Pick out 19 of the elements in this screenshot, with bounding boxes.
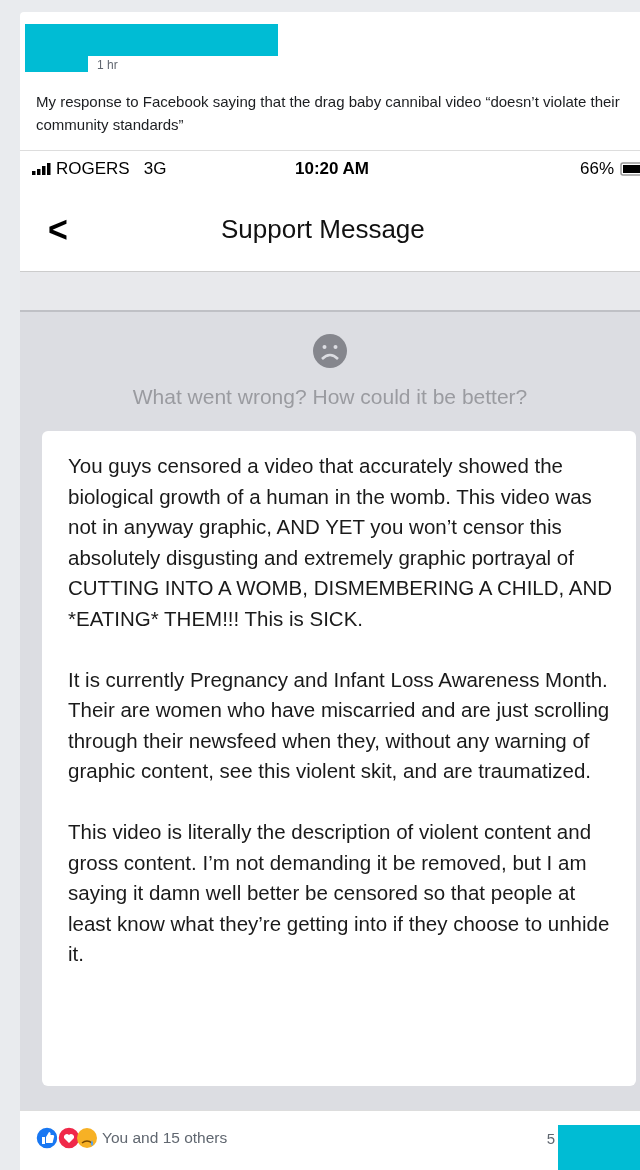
back-button[interactable]: <: [20, 207, 68, 251]
signal-icon: [32, 163, 52, 175]
sad-face-icon: [312, 333, 348, 369]
network-type: 3G: [143, 159, 167, 179]
reaction-icons[interactable]: [35, 1126, 99, 1150]
reaction-summary[interactable]: You and 15 others: [102, 1129, 228, 1147]
feedback-prompt: What went wrong? How could it be better?: [132, 385, 528, 409]
battery-icon: [620, 162, 640, 176]
feedback-paragraph: It is currently Pregnancy and Infant Loss Awareness Month. Their are women who have miscarried and are just scrolling through their newsfeed when they, without any warning of graphic content, see this violent skit, and are traumatized.: [68, 666, 611, 785]
comment-count[interactable]: 5: [546, 1129, 555, 1147]
feedback-paragraph: You guys censored a video that accurately showed the biological growth of a human in the womb. This video was not in anyway graphic, AND YET you won’t censor this absolutely disgusting and extremely graphic portrayal of CUTTING INTO A WOMB, DISMEMBERING A CHILD, AND *EATING* THEM!!! This is SICK.: [68, 453, 614, 632]
carrier-name: ROGERS: [56, 159, 130, 179]
battery-percent: 66%: [579, 159, 614, 179]
status-time: 10:20 AM: [295, 159, 369, 179]
screen-title: Support Message: [221, 213, 425, 245]
post-time[interactable]: 1 hr: [97, 58, 118, 72]
feedback-text-area[interactable]: [42, 431, 636, 1086]
post-text: My response to Facebook saying that the drag baby cannibal video “doesn’t violate their community standards”: [35, 92, 621, 135]
feedback-paragraph: This video is literally the description of violent content and gross content. I’m not demanding it be removed, but I am saying it damn well better be censored so that people at least know what they’re getting into if they choose to unhide it.: [68, 818, 611, 968]
